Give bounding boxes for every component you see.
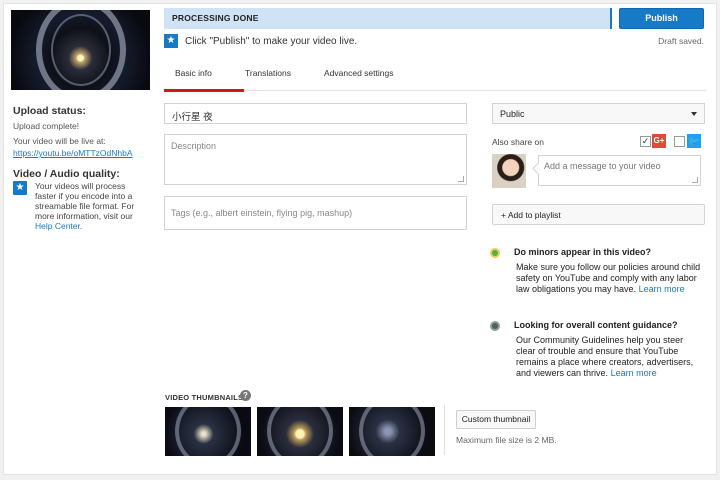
thumbnail-divider — [444, 405, 445, 455]
minors-notice-title: Do minors appear in this video? — [514, 247, 652, 257]
tags-field[interactable]: Tags (e.g., albert einstein, flying pig,… — [164, 196, 467, 230]
title-field[interactable]: 小行星 夜 — [164, 103, 467, 124]
fisheye-ring — [175, 407, 241, 456]
upload-status-text: Upload complete! — [13, 121, 80, 131]
thumbnail-option-1[interactable] — [165, 407, 251, 456]
star-icon: ★ — [13, 181, 27, 195]
minors-notice-text: Make sure you follow our policies around… — [516, 262, 702, 295]
active-tab-indicator — [164, 89, 244, 92]
tab-basic-info[interactable]: Basic info — [175, 68, 212, 78]
guidelines-icon — [490, 321, 500, 331]
guidance-notice-text: Our Community Guidelines help you steer … — [516, 335, 702, 379]
publish-hint-text: Click "Publish" to make your video live. — [185, 36, 358, 47]
video-preview[interactable] — [11, 10, 150, 90]
fisheye-ring-inner — [51, 14, 111, 86]
description-field[interactable]: Description — [164, 134, 467, 185]
upload-status-title: Upload status: — [13, 105, 86, 117]
privacy-value: Public — [500, 109, 525, 119]
help-center-link[interactable]: Help Center — [35, 221, 80, 231]
quality-end: . — [79, 221, 83, 231]
guidance-learn-more-link[interactable]: Learn more — [611, 368, 657, 378]
processing-status-bar: PROCESSING DONE — [164, 8, 612, 29]
processing-status-label: PROCESSING DONE — [172, 13, 259, 23]
share-message-placeholder: Add a message to your video — [544, 161, 661, 171]
twitter-icon: 🐦 — [687, 134, 701, 148]
guidance-notice-title: Looking for overall content guidance? — [514, 320, 678, 330]
upload-status: Upload status: Upload complete! Your vid… — [13, 105, 133, 159]
quality-title: Video / Audio quality: — [13, 168, 120, 180]
share-label: Also share on — [492, 137, 544, 147]
help-icon[interactable]: ? — [240, 390, 251, 401]
tab-bar: Basic info Translations Advanced setting… — [164, 58, 706, 92]
video-link[interactable]: https://youtu.be/oMTTzOdNhbA — [13, 148, 133, 158]
quality-text: Your videos will process faster if you e… — [35, 181, 135, 231]
add-to-playlist-button[interactable]: + Add to playlist — [492, 204, 705, 225]
live-at-label: Your video will be live at: — [13, 136, 106, 146]
twitter-checkbox[interactable] — [674, 136, 685, 147]
guidance-notice: Looking for overall content guidance? Ou… — [490, 320, 705, 380]
max-file-size-note: Maximum file size is 2 MB. — [456, 435, 557, 445]
title-value: 小行星 夜 — [172, 112, 213, 123]
thumbnail-option-2[interactable] — [257, 407, 343, 456]
share-message-field[interactable]: Add a message to your video — [538, 155, 701, 186]
google-plus-icon: G+ — [652, 134, 666, 148]
avatar — [492, 154, 526, 188]
publish-button[interactable]: Publish — [619, 8, 704, 29]
star-icon: ★ — [164, 34, 178, 48]
fisheye-ring — [267, 407, 333, 456]
minors-notice: Do minors appear in this video? Make sur… — [490, 247, 705, 307]
minors-learn-more-link[interactable]: Learn more — [639, 284, 685, 294]
tab-translations[interactable]: Translations — [245, 68, 291, 78]
chevron-down-icon — [691, 112, 697, 116]
resize-grip-icon[interactable] — [458, 176, 464, 182]
tab-advanced-settings[interactable]: Advanced settings — [324, 68, 393, 78]
add-to-playlist-label: + Add to playlist — [501, 210, 561, 220]
privacy-select[interactable]: Public — [492, 103, 705, 124]
tags-placeholder: Tags (e.g., albert einstein, flying pig,… — [171, 208, 353, 218]
resize-grip-icon[interactable] — [692, 177, 698, 183]
thumbnail-option-3[interactable] — [349, 407, 435, 456]
custom-thumbnail-button[interactable]: Custom thumbnail — [456, 410, 536, 429]
draft-status: Draft saved. — [658, 36, 704, 46]
video-thumbnails-label: VIDEO THUMBNAILS — [165, 393, 244, 402]
child-icon — [490, 248, 500, 258]
description-placeholder: Description — [171, 141, 217, 151]
quality-body: Your videos will process faster if you e… — [35, 181, 135, 221]
quality-title-wrap: Video / Audio quality: — [13, 168, 133, 180]
guidance-notice-body: Our Community Guidelines help you steer … — [516, 335, 694, 378]
fisheye-ring — [359, 407, 425, 456]
google-plus-checkbox[interactable]: ✓ — [640, 136, 651, 147]
